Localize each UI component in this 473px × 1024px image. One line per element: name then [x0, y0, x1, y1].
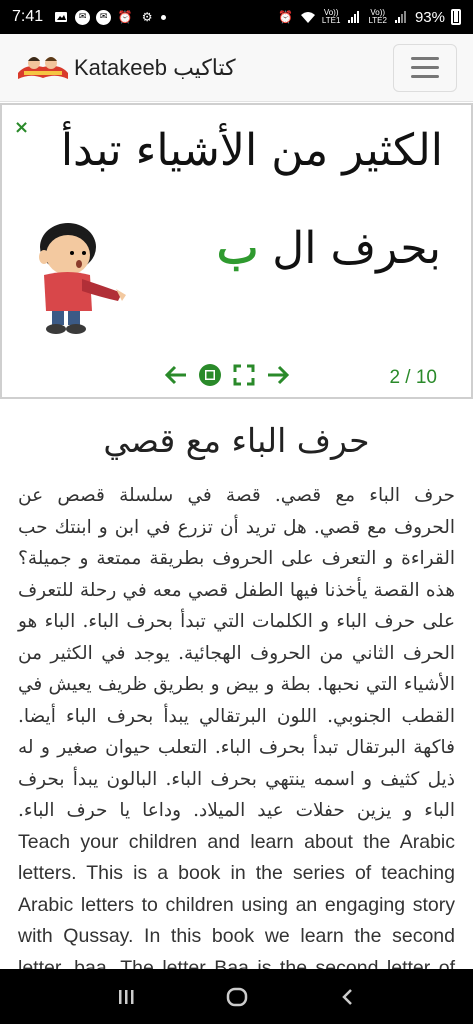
fullscreen-icon[interactable]	[232, 363, 256, 387]
messenger-icon-2: ✉	[96, 9, 112, 25]
page-text-line1: الكثير من الأشياء تبدأ	[60, 125, 443, 176]
lte2-indicator: Vo)) LTE2	[368, 8, 387, 25]
status-left: 7:41 ✉ ✉ ⏰ ⚙	[12, 8, 167, 26]
signal-icon	[346, 9, 362, 25]
book-viewer: × الكثير من الأشياء تبدأ بحرف ال ب 2 / 1…	[0, 103, 473, 399]
more-notifications-dot	[161, 14, 167, 20]
menu-icon	[411, 57, 439, 60]
menu-toggle-button[interactable]	[393, 43, 457, 92]
navbar: Katakeeb كتاكيب	[0, 34, 473, 102]
description-arabic: حرف الباء مع قصي. قصة في سلسلة قصص عن ال…	[18, 485, 455, 821]
site-logo[interactable]: Katakeeb كتاكيب	[16, 51, 236, 85]
page-text-prefix: بحرف ال	[272, 223, 441, 274]
back-arrow-icon[interactable]	[164, 363, 188, 387]
page-text-line2: بحرف ال ب	[217, 223, 441, 274]
battery-icon	[451, 9, 461, 25]
stop-icon[interactable]	[198, 363, 222, 387]
back-icon[interactable]	[328, 977, 368, 1017]
status-right: ⏰ Vo)) LTE1 Vo)) LTE2 93%	[278, 9, 461, 26]
menu-icon-bar	[411, 75, 439, 78]
settings-icon: ⚙	[141, 10, 153, 24]
brand-name: Katakeeb كتاكيب	[74, 54, 236, 80]
highlighted-letter: ب	[216, 223, 259, 274]
lte1-indicator: Vo)) LTE1	[321, 8, 341, 25]
recents-icon[interactable]	[106, 977, 146, 1017]
book-content: حرف الباء مع قصي حرف الباء مع قصي. قصة ف…	[0, 399, 473, 969]
alarm-icon: ⏰	[117, 10, 133, 24]
home-icon[interactable]	[217, 977, 257, 1017]
android-nav-bar	[0, 969, 473, 1024]
battery-percent: 93%	[414, 8, 445, 26]
book-description: حرف الباء مع قصي. قصة في سلسلة قصص عن ال…	[18, 480, 455, 969]
boy-illustration	[39, 223, 126, 334]
wifi-icon	[300, 9, 316, 25]
menu-icon-bar	[411, 66, 439, 69]
alarm-clock-icon: ⏰	[278, 10, 294, 24]
close-icon[interactable]: ×	[14, 117, 29, 138]
status-bar: 7:41 ✉ ✉ ⏰ ⚙ ⏰ Vo)) LTE1 Vo)) LTE2 93%	[0, 0, 473, 34]
image-notification-icon	[53, 9, 69, 25]
description-english: Teach your children and learn about the …	[18, 830, 455, 970]
page-counter: 2 / 10	[389, 367, 437, 388]
viewer-controls	[164, 363, 290, 387]
page-title: حرف الباء مع قصي	[103, 421, 370, 460]
logo-icon	[18, 56, 68, 79]
signal-icon-2	[393, 9, 409, 25]
messenger-icon: ✉	[75, 9, 91, 25]
forward-arrow-icon[interactable]	[266, 363, 290, 387]
status-time: 7:41	[12, 8, 44, 25]
